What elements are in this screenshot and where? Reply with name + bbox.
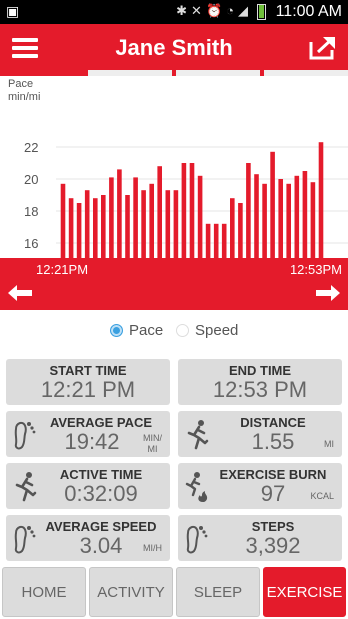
chart-bar [205, 223, 211, 258]
chart-bar [181, 163, 187, 258]
chart-bar [318, 142, 324, 258]
chart-bar [262, 183, 267, 258]
exercise-burn-card: EXERCISE BURN 97 KCAL [178, 463, 342, 509]
chart-bar [230, 198, 235, 258]
alarm-icon: ⏰ [205, 3, 227, 18]
metric-toggle: Pace Speed [0, 320, 348, 342]
chart-bar [84, 190, 90, 258]
chart-bar [294, 175, 300, 258]
mute-icon: ✕ [191, 3, 206, 18]
active-time-label: ACTIVE TIME [59, 467, 143, 482]
radio-pace[interactable]: Pace [110, 322, 163, 339]
chart-bar [254, 174, 259, 258]
chart-bar [221, 223, 227, 258]
nav-exercise[interactable]: EXERCISE [263, 567, 346, 617]
chart-bar [101, 195, 106, 258]
chart-bar [310, 182, 316, 258]
chart-bar [68, 198, 74, 258]
radio-speed-label: Speed [195, 322, 239, 339]
page-title: Jane Smith [115, 35, 233, 60]
distance-card: DISTANCE 1.55 MI [178, 411, 342, 457]
end-time-card: END TIME 12:53 PM [178, 359, 342, 405]
nav-activity[interactable]: ACTIVITY [89, 567, 173, 617]
chart-bar [189, 163, 195, 258]
chart-bar [165, 190, 171, 258]
chart-plot [56, 142, 348, 258]
nav-home[interactable]: HOME [2, 567, 86, 617]
radio-unselected-icon [176, 324, 189, 337]
time-range-bar: 12:21PM 12:53PM [0, 258, 348, 310]
chart-bar [302, 171, 308, 258]
average-speed-label: AVERAGE SPEED [45, 519, 157, 534]
exercise-burn-unit: KCAL [310, 491, 334, 501]
chart-bar [76, 203, 82, 258]
chart-start-time: 12:21PM [36, 262, 89, 277]
steps-value: 3,392 [245, 533, 301, 558]
average-speed-unit: MI/H [143, 543, 162, 553]
battery-icon [257, 4, 266, 20]
steps-card: STEPS 3,392 [178, 515, 342, 561]
chart-bar [141, 190, 146, 258]
chart-bar [157, 166, 162, 258]
chart-bar [133, 177, 138, 258]
chart-bar [60, 183, 66, 258]
bottom-nav: HOME ACTIVITY SLEEP EXERCISE [0, 567, 348, 619]
distance-unit: MI [324, 439, 334, 449]
chart-bar [173, 190, 179, 258]
end-time-label: END TIME [228, 363, 292, 378]
chart-bar [197, 175, 203, 258]
status-time: 11:00 AM [275, 3, 342, 20]
chart-bar [270, 151, 275, 258]
distance-value: 1.55 [251, 429, 295, 454]
steps-label: STEPS [251, 519, 295, 534]
chart-bar [117, 169, 122, 258]
radio-speed[interactable]: Speed [176, 322, 238, 339]
chart-bar [246, 163, 251, 258]
chart-bar [109, 177, 114, 258]
chart-bar [213, 223, 219, 258]
bluetooth-icon: ✱ [176, 3, 192, 18]
status-bar: ▣ ✱✕⏰◔◢ 11:00 AM [0, 0, 348, 24]
average-pace-card: AVERAGE PACE 19:42 MIN/ MI [6, 411, 170, 457]
chart-bar [125, 195, 130, 258]
distance-label: DISTANCE [240, 415, 306, 430]
start-time-card: START TIME 12:21 PM [6, 359, 170, 405]
active-time-value: 0:32:09 [64, 481, 138, 506]
exercise-burn-label: EXERCISE BURN [219, 467, 327, 482]
active-time-card: ACTIVE TIME 0:32:09 [6, 463, 170, 509]
end-time-value: 12:53 PM [212, 377, 308, 402]
signal-icon: ◢ [238, 3, 252, 18]
chart-bar [149, 183, 154, 258]
share-icon[interactable] [308, 34, 338, 60]
chart-bar [93, 198, 98, 258]
average-pace-label: AVERAGE PACE [49, 415, 153, 430]
notification-icon: ▣ [6, 3, 20, 19]
average-pace-unit-line2: MI [147, 444, 158, 454]
status-icons: ✱✕⏰◔◢ [176, 3, 252, 19]
average-speed-card: AVERAGE SPEED 3.04 MI/H [6, 515, 170, 561]
chart-bar [286, 183, 291, 258]
wifi-icon: ◔ [226, 3, 238, 18]
pace-chart: Pace min/mi 22 20 18 16 [0, 76, 348, 260]
nav-sleep[interactable]: SLEEP [176, 567, 260, 617]
average-pace-unit: MIN/ MI [143, 433, 162, 455]
start-time-value: 12:21 PM [40, 377, 136, 402]
chart-bar [278, 179, 283, 258]
chart-end-time: 12:53PM [289, 262, 342, 277]
average-pace-unit-line1: MIN/ [143, 433, 162, 443]
radio-selected-icon [110, 324, 123, 337]
arrow-left-icon[interactable] [6, 284, 34, 302]
start-time-label: START TIME [49, 363, 127, 378]
chart-bar [238, 203, 243, 258]
app-header: Jane Smith [0, 24, 348, 70]
arrow-right-icon[interactable] [314, 284, 342, 302]
radio-pace-label: Pace [129, 322, 164, 339]
